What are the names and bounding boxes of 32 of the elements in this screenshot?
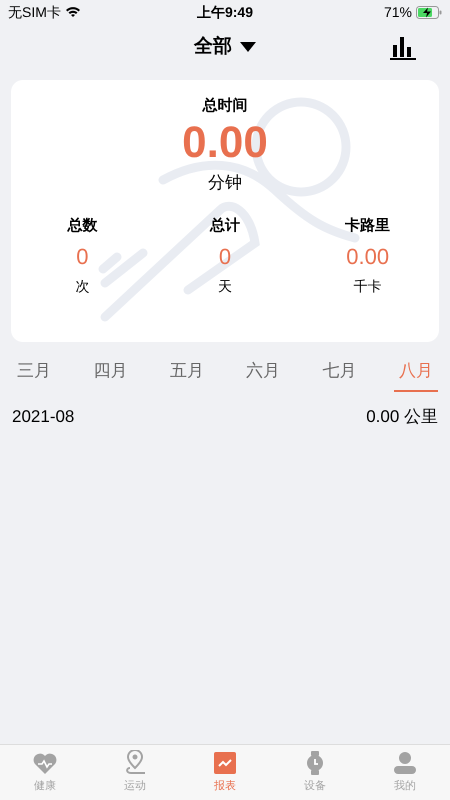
stat-label: 卡路里 xyxy=(345,216,390,236)
stat-unit: 次 xyxy=(75,276,90,296)
stat-value: 0 xyxy=(218,242,232,270)
filter-dropdown[interactable]: 全部 xyxy=(194,32,256,62)
carrier-text: 无SIM卡 xyxy=(8,2,61,22)
stat-label: 总计 xyxy=(210,216,240,236)
stat-value: 0 xyxy=(76,242,88,270)
tab-bar-item[interactable]: 报表 xyxy=(180,745,270,800)
record-distance: 0.00 公里 xyxy=(366,406,438,428)
month-tab[interactable]: 五月 xyxy=(164,358,209,392)
month-tab[interactable]: 六月 xyxy=(241,358,286,392)
trend-chart-icon xyxy=(212,750,238,776)
month-tab[interactable]: 七月 xyxy=(318,358,362,392)
month-tab[interactable]: 三月 xyxy=(12,358,56,392)
month-tab[interactable]: 八月 xyxy=(394,358,438,392)
month-tab[interactable]: 四月 xyxy=(88,358,132,392)
stat-value: 0.00 xyxy=(346,242,390,270)
wifi-icon xyxy=(64,6,81,18)
clock-text: 上午9:49 xyxy=(196,2,254,22)
total-time-unit: 分钟 xyxy=(208,172,242,194)
caret-icon xyxy=(240,42,256,52)
bar-chart-icon xyxy=(390,34,416,60)
record-month: 2021-08 xyxy=(12,406,74,428)
stat-unit: 天 xyxy=(218,276,232,296)
person-icon xyxy=(392,750,418,776)
battery-percent: 71% xyxy=(384,2,412,22)
stat-unit: 千卡 xyxy=(354,276,382,296)
total-time-value: 0.00 xyxy=(182,118,268,168)
chart-button[interactable] xyxy=(390,34,416,60)
total-time-label: 总时间 xyxy=(202,96,248,116)
battery-icon xyxy=(416,6,442,18)
stat-label: 总数 xyxy=(67,216,98,236)
